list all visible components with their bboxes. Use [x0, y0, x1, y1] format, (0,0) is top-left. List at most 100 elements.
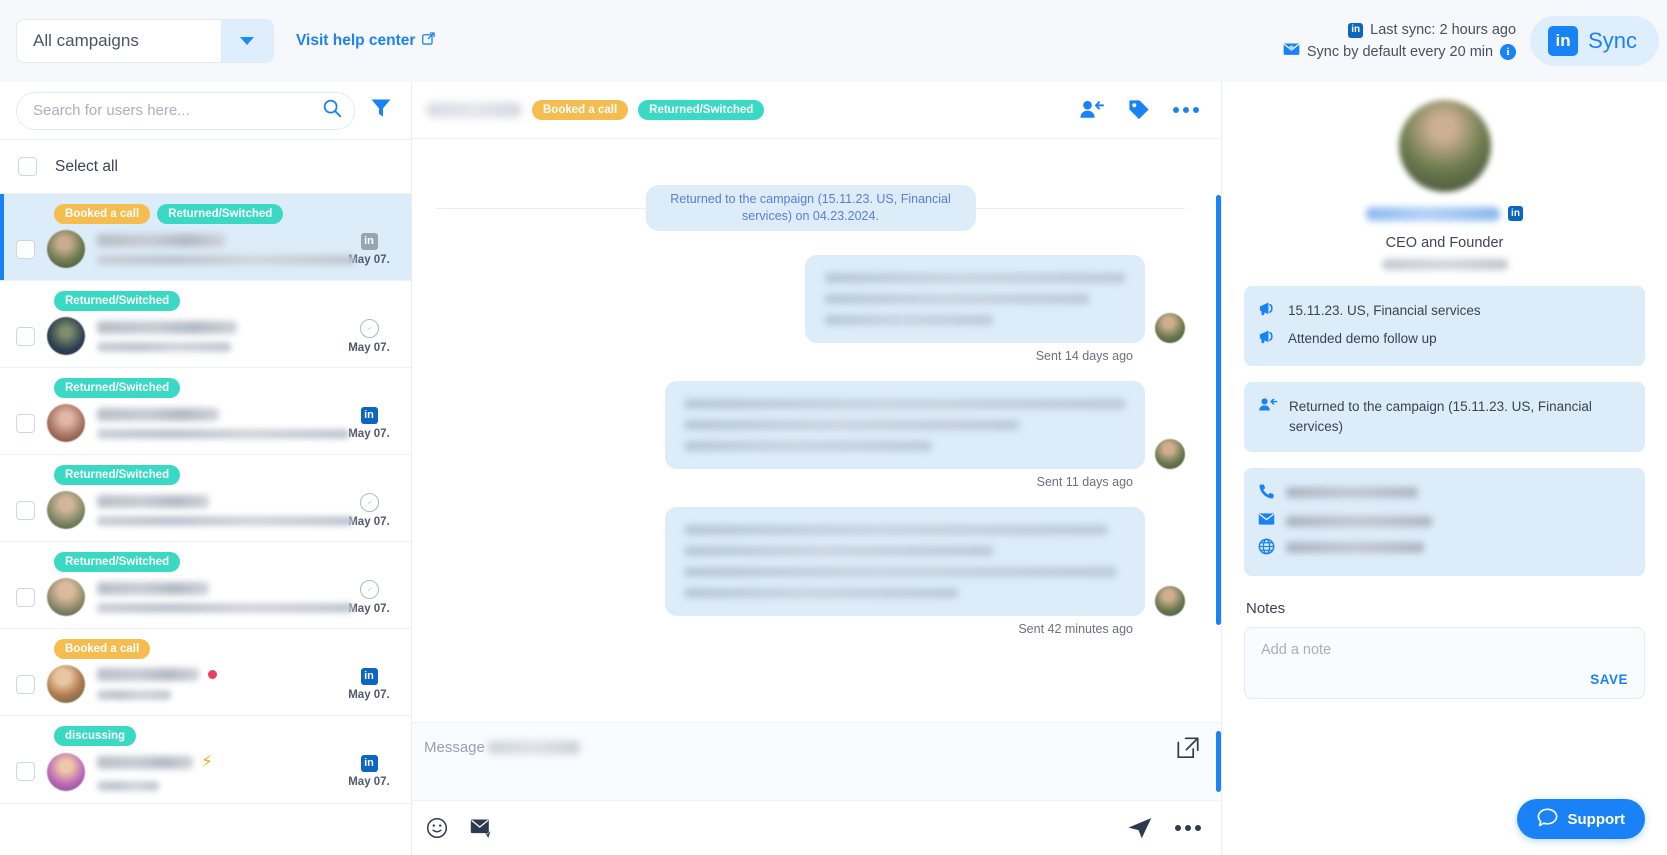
composer-input-area[interactable]: Message: [412, 723, 1221, 801]
status-badge: Booked a call: [532, 100, 629, 120]
message-bubble[interactable]: [665, 381, 1145, 469]
campaigns-card: 15.11.23. US, Financial services Attende…: [1244, 286, 1645, 366]
status-badge: discussing: [54, 726, 137, 746]
list-item-name: [97, 581, 209, 595]
campaign-row: 15.11.23. US, Financial services: [1258, 298, 1631, 326]
returned-card: Returned to the campaign (15.11.23. US, …: [1244, 382, 1645, 452]
list-item[interactable]: discussing ⚡ in May 07.: [0, 716, 411, 804]
search-box[interactable]: [16, 91, 355, 130]
phone-value: [1286, 487, 1418, 498]
list-item-body: in May 07.: [16, 230, 395, 268]
list-item-checkbox[interactable]: [16, 326, 35, 346]
emoji-icon[interactable]: [426, 817, 448, 839]
linkedin-sync-icon: in: [1548, 26, 1579, 56]
template-email-icon[interactable]: [470, 818, 494, 839]
sync-default-label: Sync by default every 20 min: [1306, 44, 1494, 60]
status-badge: Returned/Switched: [54, 378, 181, 398]
notes-label: Notes: [1246, 600, 1286, 617]
main-region: Select all Booked a call Returned/Switch…: [0, 82, 1667, 855]
sync-area: in Last sync: 2 hours ago @ Sync by defa…: [1283, 16, 1659, 66]
list-item-text: [97, 494, 353, 526]
avatar: [1155, 586, 1185, 616]
notes-placeholder: Add a note: [1261, 642, 1332, 658]
list-item-meta: May 07.: [343, 318, 395, 354]
list-item-checkbox[interactable]: [16, 239, 35, 259]
chat-bubble-icon: [1537, 808, 1558, 831]
select-all-row[interactable]: Select all: [0, 140, 411, 194]
list-item-checkbox[interactable]: [16, 674, 35, 694]
message-thread[interactable]: Returned to the campaign (15.11.23. US, …: [412, 139, 1221, 722]
email-channel-icon: [359, 492, 379, 512]
avatar: [1155, 439, 1185, 469]
list-item-checkbox[interactable]: [16, 762, 35, 781]
notes-box[interactable]: Add a note SAVE: [1244, 627, 1645, 699]
save-note-button[interactable]: SAVE: [1590, 672, 1628, 687]
phone-icon: [1258, 483, 1275, 506]
list-item[interactable]: Returned/Switched May 07.: [0, 281, 411, 368]
avatar: [47, 404, 85, 442]
list-item[interactable]: Booked a call in May 07.: [0, 629, 411, 716]
campaign-name: Attended demo follow up: [1288, 331, 1437, 346]
message-line: [685, 420, 1020, 430]
expand-composer-icon[interactable]: [1177, 737, 1199, 764]
sync-button[interactable]: in Sync: [1530, 16, 1659, 66]
profile-header: in CEO and Founder: [1244, 100, 1645, 270]
campaign-select[interactable]: All campaigns: [16, 19, 274, 63]
last-sync-label: Last sync: 2 hours ago: [1370, 22, 1517, 38]
composer-placeholder-name: [487, 741, 580, 754]
message-scrollbar[interactable]: [1216, 195, 1221, 625]
list-item-text: ⚡: [97, 752, 331, 791]
list-item-name: [97, 320, 237, 334]
list-item[interactable]: Returned/Switched May 07.: [0, 455, 411, 542]
search-input[interactable]: [33, 102, 322, 119]
message-row: [665, 507, 1185, 616]
list-item-body: May 07.: [16, 491, 395, 529]
list-item-name-row: ⚡: [97, 752, 331, 772]
message-line: [685, 588, 958, 598]
list-item-snippet: [97, 341, 231, 352]
visit-help-center-link[interactable]: Visit help center: [296, 32, 436, 50]
linkedin-icon[interactable]: in: [1508, 206, 1523, 221]
linkedin-icon: in: [1348, 22, 1364, 38]
search-icon[interactable]: [322, 98, 342, 123]
sync-status-texts: in Last sync: 2 hours ago @ Sync by defa…: [1283, 19, 1517, 63]
list-item-checkbox[interactable]: [16, 500, 35, 520]
list-item[interactable]: Booked a call Returned/Switched in May 0…: [0, 194, 411, 281]
message-outgoing: [436, 381, 1185, 469]
website-row: [1258, 535, 1631, 564]
message-bubble[interactable]: [805, 255, 1145, 343]
message-row: [665, 381, 1185, 469]
conversation-list-panel: Select all Booked a call Returned/Switch…: [0, 82, 412, 855]
campaign-name: 15.11.23. US, Financial services: [1288, 303, 1481, 318]
list-item-checkbox[interactable]: [16, 413, 35, 433]
list-item-meta: in May 07.: [343, 667, 395, 701]
more-options-icon[interactable]: [1173, 107, 1199, 113]
avatar: [47, 491, 85, 529]
send-icon[interactable]: [1127, 816, 1153, 840]
composer-scrollbar[interactable]: [1216, 731, 1221, 792]
list-item-name: [97, 668, 199, 681]
select-all-checkbox[interactable]: [18, 157, 37, 176]
campaign-select-toggle[interactable]: [221, 20, 273, 62]
profile-name: [1366, 206, 1500, 221]
filter-icon[interactable]: [367, 94, 395, 127]
list-item-checkbox[interactable]: [16, 587, 35, 607]
list-item[interactable]: Returned/Switched May 07.: [0, 542, 411, 629]
support-button[interactable]: Support: [1516, 799, 1645, 839]
status-badge: Returned/Switched: [157, 204, 284, 224]
composer-more-icon[interactable]: [1175, 825, 1201, 831]
tag-icon[interactable]: [1127, 98, 1151, 122]
list-item-name-row: [97, 668, 331, 681]
list-item-snippet: [97, 428, 349, 439]
returned-note: Returned to the campaign (15.11.23. US, …: [1289, 399, 1592, 434]
user-list[interactable]: Booked a call Returned/Switched in May 0…: [0, 194, 411, 855]
megaphone-icon: [1258, 301, 1277, 323]
add-contact-icon[interactable]: [1079, 99, 1105, 121]
list-item-tags: Returned/Switched: [54, 291, 395, 311]
list-item[interactable]: Returned/Switched in May 07.: [0, 368, 411, 455]
info-icon[interactable]: i: [1500, 44, 1517, 60]
email-icon: [1258, 512, 1275, 532]
avatar: [1155, 313, 1185, 343]
list-item-name: [97, 755, 193, 769]
message-bubble[interactable]: [665, 507, 1145, 616]
